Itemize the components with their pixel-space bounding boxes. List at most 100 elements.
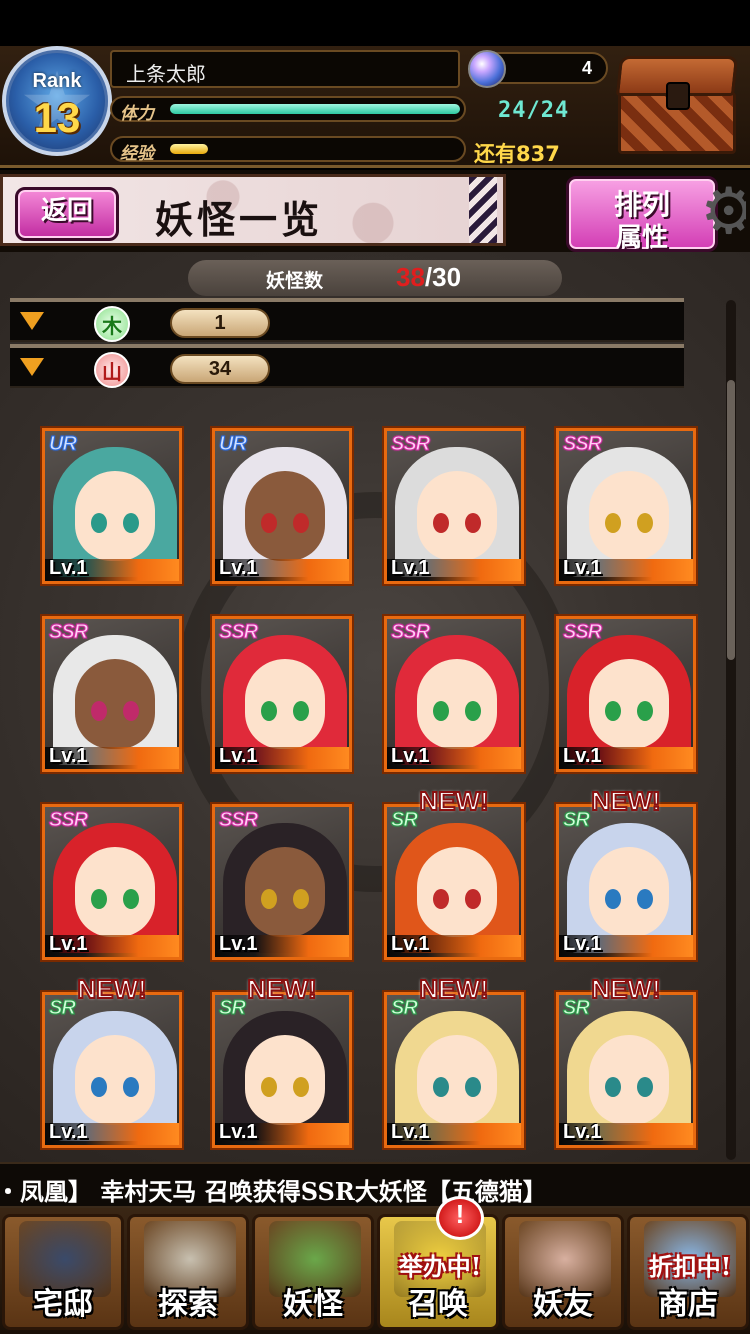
portrait-face [75, 847, 155, 937]
scrollbar[interactable] [726, 300, 736, 1160]
yokai-card[interactable]: SR Lv.1 [42, 992, 182, 1148]
rank-number: 13 [33, 94, 81, 141]
new-badge: NEW! [418, 973, 489, 1005]
yokai-card[interactable]: SR Lv.1 [556, 992, 696, 1148]
nav-label: 宅邸 [33, 1287, 93, 1322]
yokai-card[interactable]: UR Lv.1 [42, 428, 182, 584]
gem-count: 4 [581, 58, 592, 78]
portrait-eye [261, 1077, 277, 1097]
portrait-face [75, 1035, 155, 1125]
scrollbar-thumb[interactable] [727, 380, 735, 660]
treasure-chest-icon[interactable] [612, 52, 744, 160]
yokai-card[interactable]: SSR Lv.1 [212, 804, 352, 960]
portrait-eye [91, 701, 107, 721]
portrait-eye [433, 513, 449, 533]
portrait-face [589, 659, 669, 749]
news-ticker: ・凤凰】 幸村天马 召唤获得SSR大妖怪【五德猫】 [0, 1162, 750, 1208]
filter-count: 34 [170, 354, 270, 384]
rank-badge[interactable]: ★ Rank 13 [2, 46, 112, 156]
new-badge: NEW! [590, 785, 661, 817]
rank-label: Rank [32, 70, 82, 92]
nav-shop[interactable]: 折扣中! 商店 [627, 1214, 749, 1330]
bottom-nav: 宅邸 探索 妖怪 举办中! 召唤 妖友 折扣中! 商店 [0, 1208, 750, 1334]
yokai-list-panel: 妖怪数 38/30 木 1 山 34 UR Lv.1 UR Lv.1 SSR Lv.1 SS… [0, 252, 750, 1162]
portrait-face [245, 471, 325, 561]
rarity-badge: SSR [218, 621, 258, 644]
portrait-eye [293, 1077, 309, 1097]
player-name: 上条太郎 [126, 62, 206, 86]
stamina-fill [170, 104, 460, 114]
yokai-count-bar: 妖怪数 38/30 [188, 260, 562, 296]
portrait-eye [465, 701, 481, 721]
nav-label: 召唤 [408, 1287, 468, 1322]
portrait-eye [465, 889, 481, 909]
sort-button[interactable]: 排列 属性 [566, 176, 718, 253]
yokai-card[interactable]: SSR Lv.1 [42, 616, 182, 772]
gear-icon: ⚙ [700, 175, 746, 249]
back-button-label: 返回 [40, 196, 93, 226]
portrait-eye [605, 1077, 621, 1097]
rarity-badge: SSR [48, 809, 88, 832]
expand-arrow-icon[interactable] [20, 312, 44, 330]
yokai-card[interactable]: SR Lv.1 [384, 992, 524, 1148]
level-label: Lv.1 [391, 1121, 430, 1143]
wood-element-icon: 木 [94, 306, 130, 342]
yokai-count-label: 妖怪数 [266, 270, 324, 292]
sort-mode-label: 属性 [615, 223, 668, 253]
nav-explore[interactable]: 探索 [127, 1214, 249, 1330]
expand-arrow-icon[interactable] [20, 358, 44, 376]
banner-stripes [469, 177, 497, 243]
exp-label: 经验 [120, 144, 154, 164]
filter-row-wood[interactable]: 木 1 [10, 298, 684, 342]
gem-counter[interactable]: 4 [468, 50, 608, 88]
portrait-eye [637, 701, 653, 721]
portrait-eye [91, 889, 107, 909]
level-label: Lv.1 [49, 557, 88, 579]
back-button[interactable]: 返回 [15, 187, 119, 241]
yokai-card[interactable]: SR Lv.1 [556, 804, 696, 960]
nav-label: 妖怪 [283, 1287, 343, 1322]
title-banner: 返回 妖怪一览 [0, 174, 506, 246]
yokai-card[interactable]: SSR Lv.1 [212, 616, 352, 772]
title-row: 返回 妖怪一览 排列 属性 ⚙ [0, 170, 750, 253]
exp-bar: 经验 [110, 136, 466, 164]
yokai-card[interactable]: SSR Lv.1 [384, 428, 524, 584]
level-label: Lv.1 [391, 933, 430, 955]
yokai-card[interactable]: SSR Lv.1 [384, 616, 524, 772]
yokai-card[interactable]: SR Lv.1 [212, 992, 352, 1148]
nav-home[interactable]: 宅邸 [2, 1214, 124, 1330]
nav-friends[interactable]: 妖友 [502, 1214, 624, 1330]
nav-summon[interactable]: 举办中! 召唤 [377, 1214, 499, 1330]
rarity-badge: SSR [218, 809, 258, 832]
filter-row-mountain[interactable]: 山 34 [10, 344, 684, 388]
portrait-eye [605, 513, 621, 533]
portrait-face [589, 1035, 669, 1125]
yokai-card[interactable]: SSR Lv.1 [42, 804, 182, 960]
yokai-count-max: /30 [424, 262, 462, 292]
new-badge: NEW! [76, 973, 147, 1005]
player-name-box: 上条太郎 [110, 50, 460, 88]
filter-count: 1 [170, 308, 270, 338]
yokai-card[interactable]: SR Lv.1 [384, 804, 524, 960]
portrait-eye [123, 1077, 139, 1097]
portrait-eye [293, 701, 309, 721]
yokai-card[interactable]: SSR Lv.1 [556, 616, 696, 772]
rarity-badge: SSR [390, 433, 430, 456]
level-label: Lv.1 [219, 557, 258, 579]
portrait-eye [293, 513, 309, 533]
portrait-eye [91, 513, 107, 533]
exp-remaining: 还有837 [474, 142, 560, 166]
new-badge: NEW! [246, 973, 317, 1005]
stamina-value: 24/24 [498, 98, 570, 123]
portrait-face [417, 471, 497, 561]
stamina-bar: 体力 [110, 96, 466, 124]
yokai-card[interactable]: SSR Lv.1 [556, 428, 696, 584]
level-label: Lv.1 [563, 745, 602, 767]
portrait-eye [465, 1077, 481, 1097]
yokai-card[interactable]: UR Lv.1 [212, 428, 352, 584]
nav-yokai[interactable]: 妖怪 [252, 1214, 374, 1330]
portrait-face [417, 659, 497, 749]
level-label: Lv.1 [563, 557, 602, 579]
portrait-eye [465, 513, 481, 533]
status-header: ★ Rank 13 上条太郎 4 体力 24/24 经验 还有837 [0, 0, 750, 168]
